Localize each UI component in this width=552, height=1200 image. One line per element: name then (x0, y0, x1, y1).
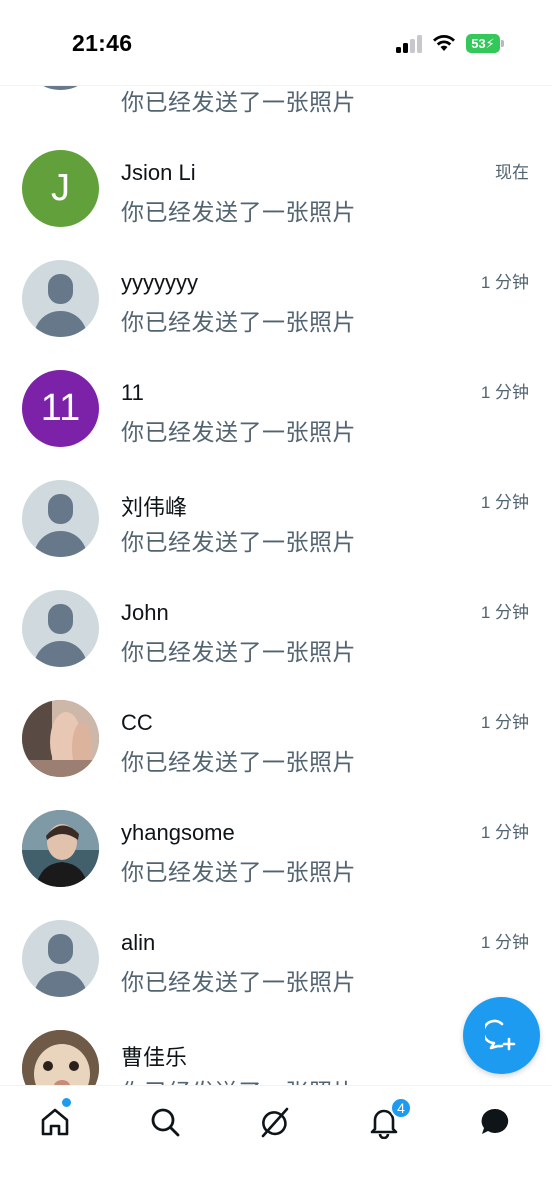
battery-icon: 53 ⚡ (466, 34, 500, 53)
avatar[interactable] (22, 590, 99, 667)
avatar[interactable] (22, 480, 99, 557)
avatar-photo (22, 1030, 99, 1085)
messages-icon (481, 1108, 509, 1134)
wifi-icon (433, 35, 455, 51)
cellular-signal-icon (396, 35, 422, 53)
notification-badge: 4 (390, 1097, 412, 1119)
message-preview: 你已经发送了一张照片 (121, 199, 356, 225)
contact-name: yyyyyyy (121, 270, 198, 295)
contact-name: Jsion Li (121, 160, 196, 185)
message-preview: 你已经发送了一张照片 (121, 639, 356, 665)
avatar-initial: J (51, 167, 70, 209)
conversation-row[interactable]: John 1 分钟 你已经发送了一张照片 (0, 570, 552, 680)
conversation-row[interactable]: yyyyyyy 1 分钟 你已经发送了一张照片 (0, 240, 552, 350)
grok-icon (261, 1107, 289, 1138)
status-time: 21:46 (72, 30, 133, 56)
contact-name: alin (121, 930, 156, 955)
avatar-initial: 11 (40, 387, 81, 429)
conversation-row[interactable]: 刘伟峰 1 分钟 你已经发送了一张照片 (0, 460, 552, 570)
message-preview: 你已经发送了一张照片 (121, 89, 356, 115)
home-unread-dot (62, 1098, 71, 1107)
home-icon (41, 1108, 69, 1136)
message-preview: 你已经发送了一张照片 (121, 529, 356, 555)
nav-search[interactable] (143, 1100, 187, 1144)
message-preview: 你已经发送了一张照片 (121, 859, 356, 885)
contact-name: 11 (121, 380, 144, 405)
message-preview: 你已经发送了一张照片 (121, 1073, 356, 1085)
search-icon (151, 1108, 180, 1137)
message-time: 1 分钟 (480, 603, 529, 622)
message-time: 1 分钟 (480, 823, 529, 842)
conversation-row[interactable]: alin 1 分钟 你已经发送了一张照片 (0, 900, 552, 1010)
avatar[interactable] (22, 810, 99, 887)
message-time: 1 分钟 (480, 273, 529, 292)
message-time: 1 分钟 (480, 933, 529, 952)
nav-home[interactable] (33, 1100, 77, 1144)
message-time: 1 分钟 (480, 713, 529, 732)
avatar-photo (22, 810, 99, 887)
bottom-nav (0, 1085, 552, 1200)
avatar[interactable] (22, 700, 99, 777)
avatar[interactable] (22, 260, 99, 337)
avatar[interactable]: 11 (22, 370, 99, 447)
conversation-row[interactable]: 11 11 1 分钟 你已经发送了一张照片 (0, 350, 552, 460)
conversation-list[interactable]: 你已经发送了一张照片 J Jsion Li 现在 你已经发送了一张照片 yyyy… (0, 0, 552, 1085)
message-time: 现在 (495, 163, 529, 182)
contact-name: 刘伟峰 (121, 495, 188, 520)
contact-name: CC (121, 710, 153, 735)
message-preview: 你已经发送了一张照片 (121, 969, 356, 995)
conversation-row[interactable]: CC 1 分钟 你已经发送了一张照片 (0, 680, 552, 790)
nav-grok[interactable] (252, 1100, 296, 1144)
message-preview: 你已经发送了一张照片 (121, 309, 356, 335)
nav-messages[interactable] (473, 1100, 517, 1144)
avatar[interactable] (22, 920, 99, 997)
conversation-row[interactable]: yhangsome 1 分钟 你已经发送了一张照片 (0, 790, 552, 900)
battery-level: 53 (471, 36, 486, 51)
battery-cap (501, 40, 504, 47)
avatar[interactable]: J (22, 150, 99, 227)
new-message-button[interactable] (463, 997, 540, 1074)
message-preview: 你已经发送了一张照片 (121, 749, 356, 775)
compose-message-icon (484, 1019, 515, 1050)
avatar[interactable] (22, 1030, 99, 1085)
avatar-photo (22, 700, 99, 777)
conversation-row[interactable]: J Jsion Li 现在 你已经发送了一张照片 (0, 130, 552, 240)
message-time: 1 分钟 (480, 383, 529, 402)
contact-name: John (121, 600, 169, 625)
message-preview: 你已经发送了一张照片 (121, 419, 356, 445)
contact-name: yhangsome (121, 820, 235, 845)
contact-name: 曹佳乐 (121, 1045, 188, 1070)
status-bar: 21:46 53 ⚡ (0, 0, 552, 86)
message-time: 1 分钟 (480, 493, 529, 512)
